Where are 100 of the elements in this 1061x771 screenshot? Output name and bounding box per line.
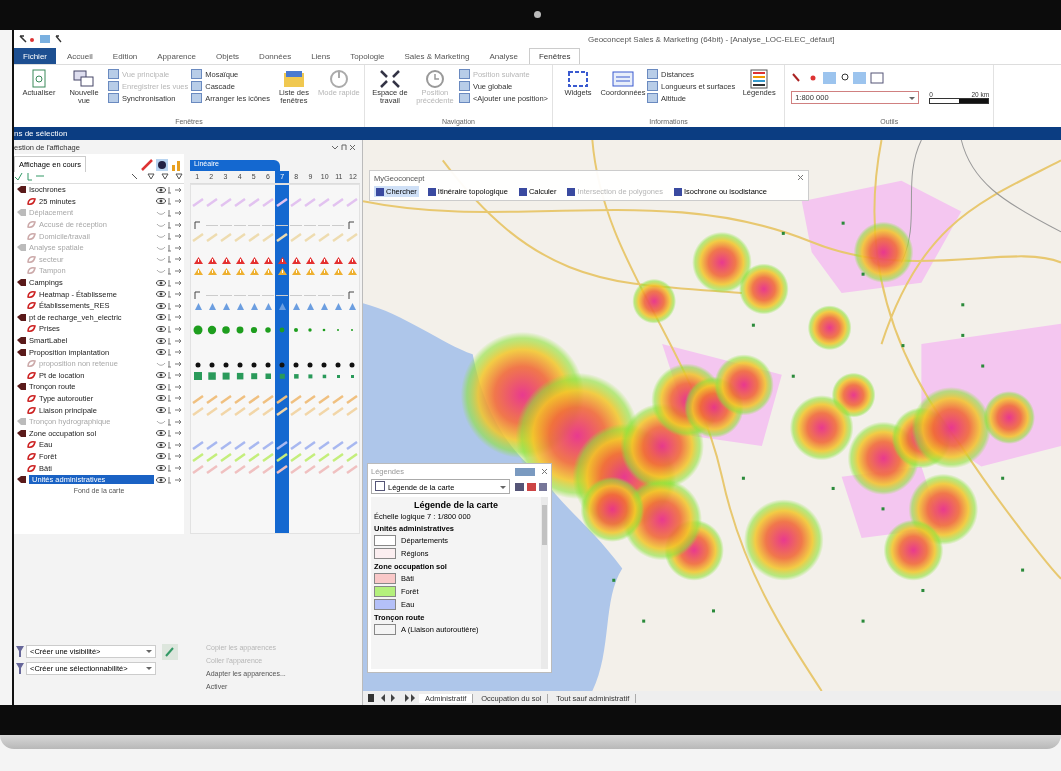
layer-group-icon [16, 185, 27, 195]
eye-icon[interactable] [156, 324, 182, 333]
layer-group-icon [16, 336, 27, 345]
layer-icon [26, 254, 37, 264]
layer-group-icon [16, 208, 27, 218]
command-icon [108, 93, 119, 103]
ribbon-tab[interactable]: Objets [207, 48, 249, 64]
hidden-icon[interactable] [156, 220, 182, 229]
tool-icon [376, 187, 384, 196]
layer-group-icon [16, 475, 27, 485]
eye-icon[interactable] [156, 278, 182, 287]
tool-icon [427, 187, 436, 196]
coordinates-icon [611, 69, 634, 89]
layer-group-icon [16, 243, 27, 253]
command-icon [108, 81, 119, 91]
window-title: Geoconcept Sales & Marketing (64bit) - [Analyse_LOC-ELEC_défaut] [588, 34, 835, 44]
layer-group-icon [16, 278, 27, 288]
eye-icon[interactable] [156, 290, 182, 299]
layer-icon [26, 359, 37, 369]
eye-icon[interactable] [156, 475, 182, 484]
eye-icon[interactable] [156, 185, 182, 194]
command-icon [191, 93, 203, 103]
scrollbar[interactable] [541, 497, 548, 669]
layer-icon [26, 463, 37, 473]
layer-icon [26, 451, 37, 461]
ribbon-tab[interactable]: Apparence [148, 48, 205, 64]
frame-icon [566, 69, 589, 89]
scale-bar [929, 98, 990, 104]
eye-icon[interactable] [156, 313, 182, 322]
tool-icon [567, 187, 576, 196]
command-icon [191, 69, 203, 79]
command-icon [458, 93, 470, 103]
command-icon [646, 81, 658, 91]
filter-icon[interactable] [130, 172, 184, 181]
layer-icon [26, 231, 37, 241]
layer-group-icon [16, 347, 27, 357]
eye-icon[interactable] [156, 394, 182, 403]
ribbon-tab[interactable]: Topologie [341, 48, 394, 64]
hidden-icon[interactable] [156, 243, 182, 252]
eye-icon[interactable] [156, 406, 182, 415]
tool-icon [518, 187, 527, 196]
flag-symbol [194, 290, 202, 300]
hidden-icon[interactable] [156, 255, 182, 264]
file-tab[interactable]: Fichier [14, 48, 56, 64]
ribbon-tab[interactable]: Liens [302, 48, 340, 64]
command-icon [458, 81, 470, 91]
power-icon [327, 69, 350, 89]
layer-icon [26, 440, 37, 450]
layer-icon [26, 220, 37, 230]
eye-icon[interactable] [156, 440, 182, 449]
flag-symbol [348, 290, 356, 300]
layer-icon [26, 324, 37, 334]
ribbon-tab[interactable]: Sales & Marketing [395, 48, 479, 64]
tab-navigation-icons[interactable] [367, 693, 417, 703]
flag-symbol [194, 221, 202, 231]
window-controls-icon[interactable] [332, 143, 356, 151]
tool-icon [673, 187, 682, 196]
ribbon-tab[interactable]: Données [250, 48, 301, 64]
command-icon [646, 69, 658, 79]
layer-icon [26, 405, 37, 415]
layer-icon [26, 370, 37, 380]
flag-symbol [348, 221, 356, 231]
eye-icon[interactable] [156, 301, 182, 310]
eye-icon[interactable] [156, 197, 182, 206]
panel-title: ns de sélection [14, 129, 68, 138]
legend-heading: Légende de la carte [412, 500, 499, 510]
legend-tool-icons[interactable] [514, 480, 548, 493]
ribbon-tab[interactable]: Analyse [480, 48, 527, 64]
folder-icon [282, 69, 305, 89]
windows-icon [73, 69, 95, 89]
edit-icon[interactable] [162, 644, 178, 660]
command-icon [458, 69, 470, 79]
command-icon [646, 93, 658, 103]
eye-icon[interactable] [156, 464, 182, 473]
clock-icon [423, 69, 446, 89]
close-icon[interactable] [541, 468, 548, 475]
camera-icon [534, 11, 541, 18]
expand-icon [378, 69, 401, 89]
layer-icon [26, 266, 37, 276]
layer-group-icon [16, 312, 27, 322]
command-icon [191, 81, 203, 91]
eye-icon[interactable] [156, 452, 182, 461]
ribbon-tab[interactable]: Fenêtres [528, 48, 581, 64]
legend-icon [748, 69, 771, 89]
ribbon-tab[interactable]: Accueil [58, 48, 102, 64]
filter-icon [16, 661, 24, 675]
eye-icon[interactable] [156, 336, 182, 345]
eye-icon[interactable] [156, 382, 182, 391]
hidden-icon[interactable] [156, 232, 182, 241]
command-icon [108, 69, 119, 79]
filter-icon [16, 644, 24, 658]
eye-icon[interactable] [156, 348, 182, 357]
layer-group-icon [16, 428, 27, 438]
close-icon[interactable] [797, 174, 804, 181]
legend-icon [375, 481, 385, 491]
eye-icon[interactable] [156, 429, 182, 438]
eye-icon[interactable] [156, 371, 182, 380]
ribbon-tab[interactable]: Edition [103, 48, 147, 64]
layer-icon [26, 196, 37, 206]
layer-icon [26, 289, 37, 299]
